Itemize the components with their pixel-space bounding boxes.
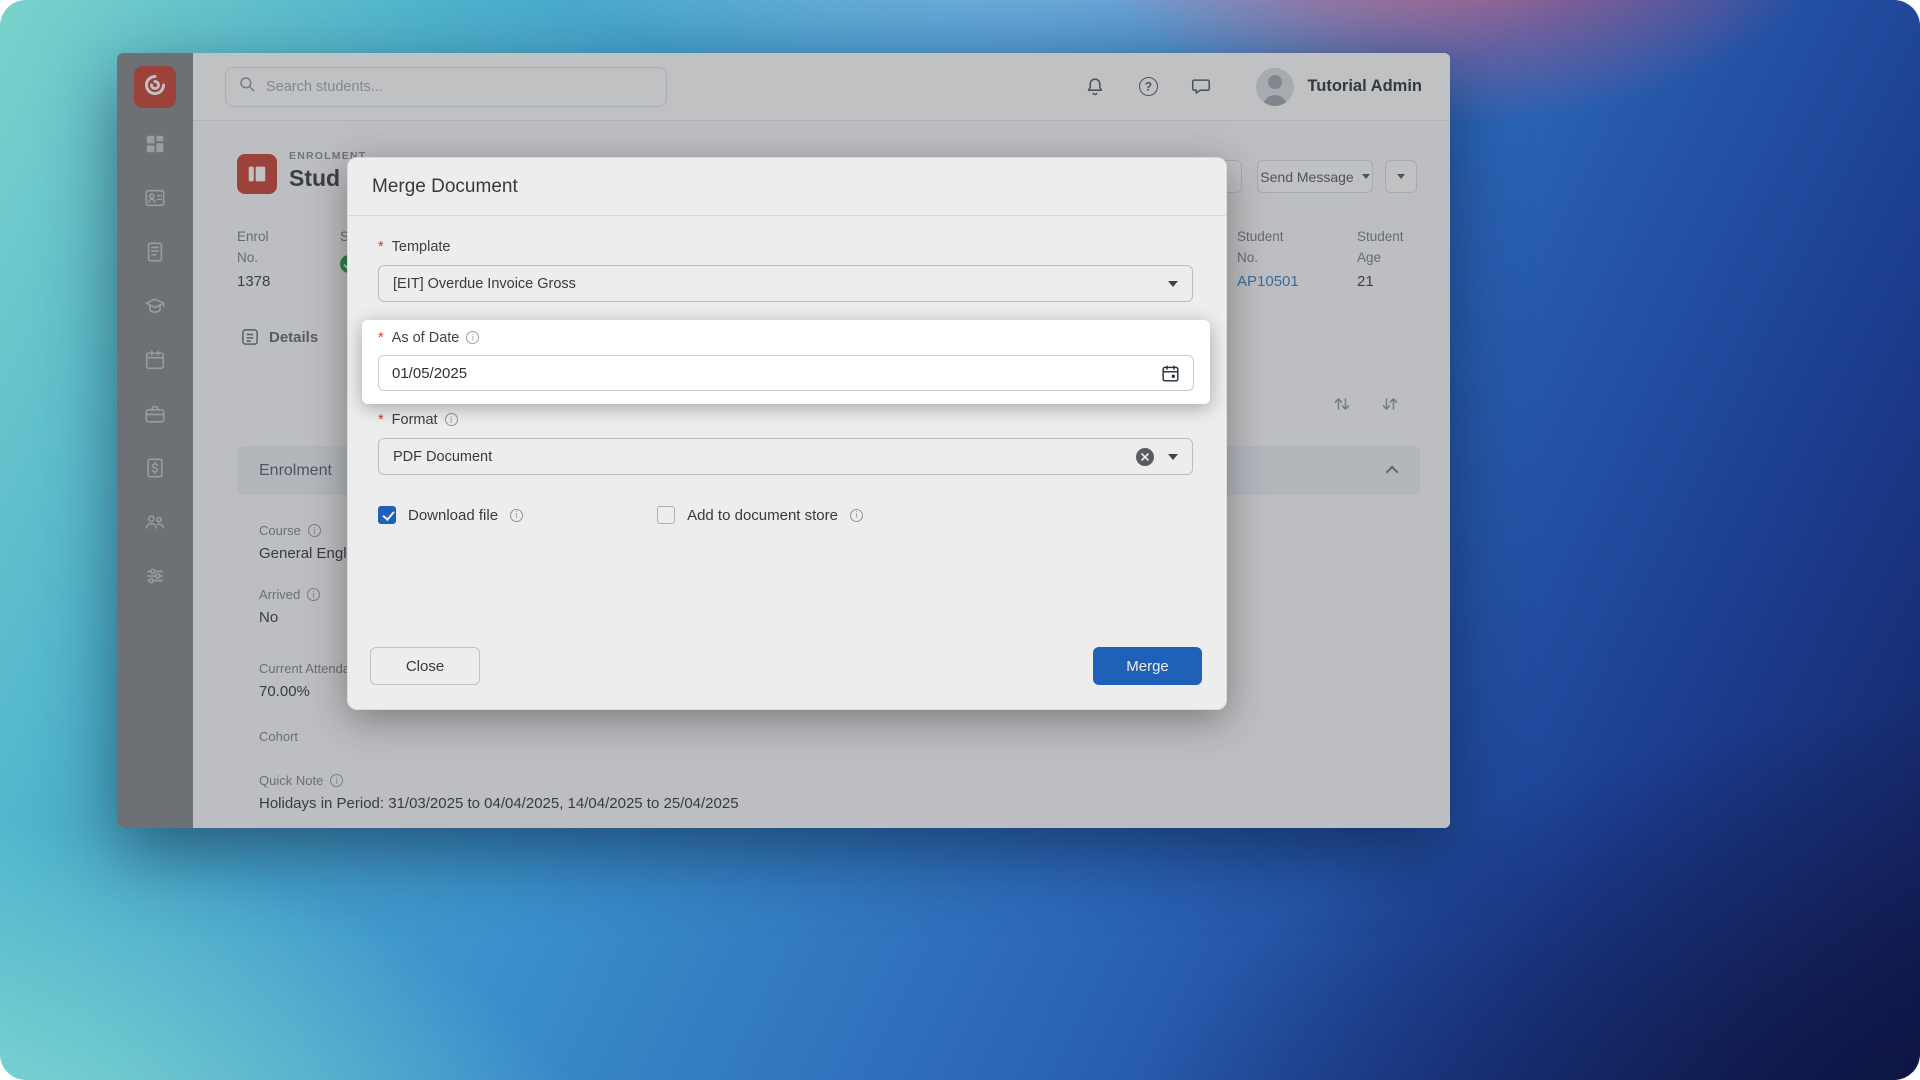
app-window: Tutorial Admin ENROLMENT Stud Send Messa… (117, 53, 1450, 828)
info-icon[interactable] (466, 331, 479, 344)
spotlight-as-of-date: As of Date (362, 320, 1210, 404)
desktop-background: Tutorial Admin ENROLMENT Stud Send Messa… (0, 0, 1920, 1080)
calendar-icon[interactable] (1161, 364, 1180, 383)
as-of-date-field[interactable] (378, 355, 1194, 391)
as-of-date-label-text: As of Date (392, 330, 460, 346)
as-of-date-label: As of Date (378, 328, 1194, 347)
tutorial-dim-overlay (117, 53, 1450, 828)
as-of-date-input[interactable] (392, 365, 1161, 382)
